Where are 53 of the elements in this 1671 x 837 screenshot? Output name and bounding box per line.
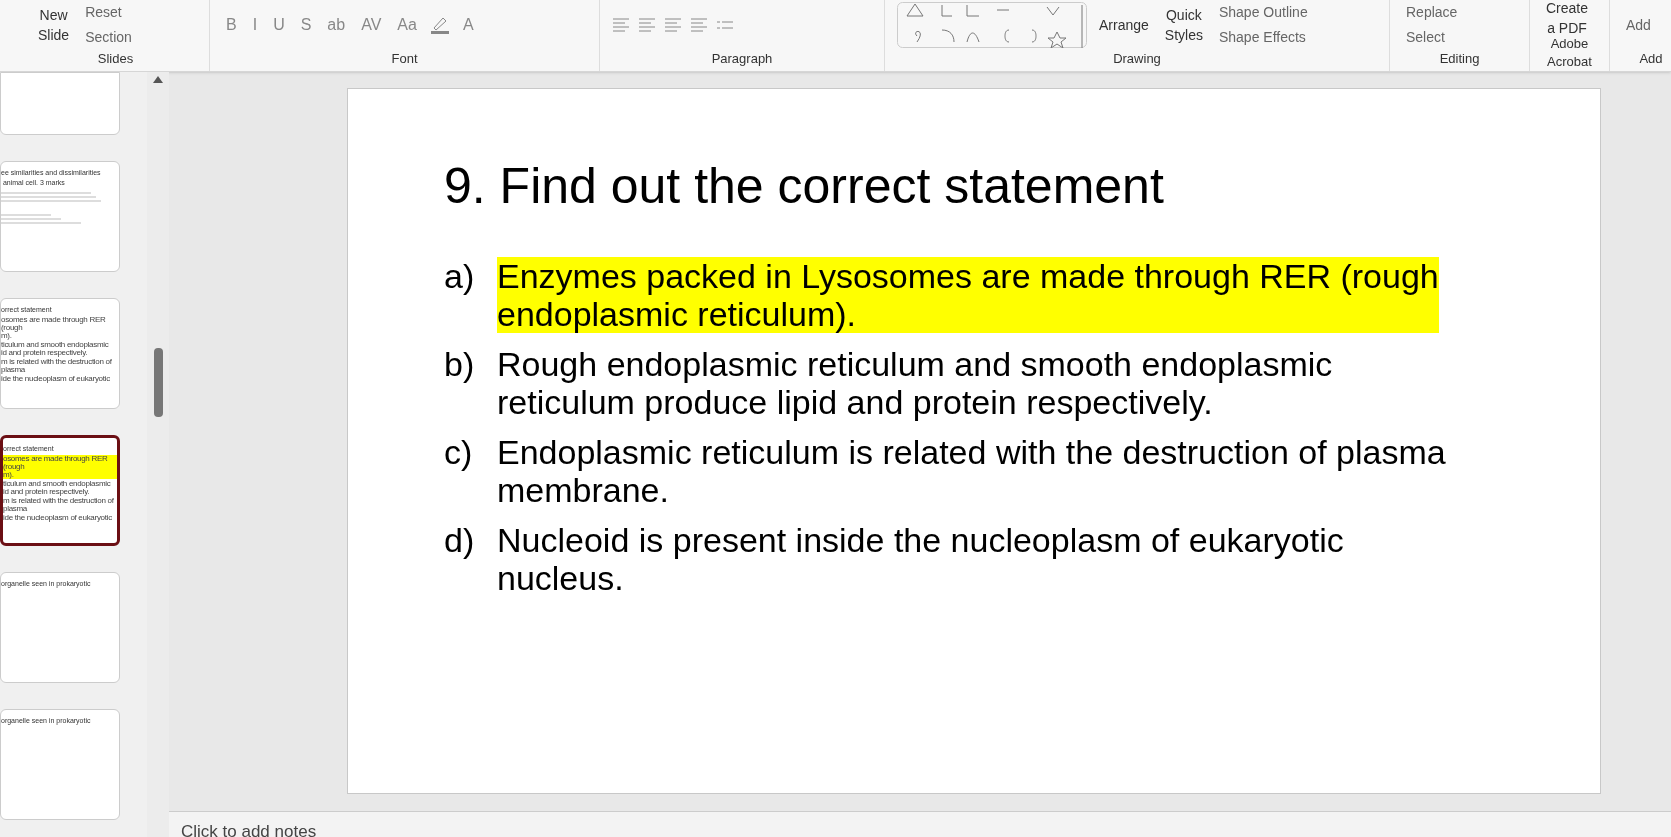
scrollbar[interactable] (147, 72, 169, 837)
scroll-up-icon[interactable] (153, 76, 163, 83)
statement-text: Rough endoplasmic reticulum and smooth endoplasmic reticulum produce lipid and protein respectively. (497, 345, 1333, 421)
group-label: Add (1638, 50, 1664, 68)
list-marker: c) (444, 433, 474, 473)
list-marker: d) (444, 521, 476, 561)
font-button[interactable]: AV (357, 13, 386, 37)
thumbnail-text: ide the nucleoplasm of eukaryotic (3, 514, 112, 522)
ribbon-button[interactable]: Replace (1402, 2, 1462, 23)
notes-field[interactable]: Click to add notes (181, 822, 317, 837)
shapes-gallery-icon[interactable] (897, 2, 1087, 48)
group-label: Drawing (1112, 50, 1162, 68)
font-button[interactable]: I (248, 13, 262, 37)
slide-title: 9. Find out the correct statement (444, 161, 1165, 211)
slide-thumbnail[interactable] (0, 72, 120, 135)
thumbnail-text: osomes are made through RER (rough m). (1, 316, 107, 340)
list-marker: b) (444, 345, 476, 385)
group-label: Slides (96, 50, 135, 68)
ribbon-button[interactable]: Reset (81, 2, 126, 23)
statement-text: Endoplasmic reticulum is related with the destruction of plasma membrane. (497, 433, 1446, 509)
statement-text: Nucleoid is present inside the nucleoplasm of eukaryotic nucleus. (497, 521, 1344, 597)
ribbon-button[interactable]: Section (81, 27, 136, 48)
scroll-thumb[interactable] (153, 348, 163, 417)
thumbnail-text: ticulum and smooth endoplasmic id and protein respectively. (1, 341, 109, 357)
group-label: Adobe Acrobat (1546, 35, 1593, 71)
ribbon-button[interactable]: Quick Styles (1160, 5, 1207, 45)
ribbon-button[interactable]: Shape Outline (1214, 2, 1312, 23)
ribbon-button[interactable]: Add (1622, 14, 1655, 36)
list-icon[interactable] (716, 19, 734, 31)
thumbnail-text: ticulum and smooth endoplasmic id and protein respectively. (3, 480, 111, 496)
ribbon-button[interactable]: Shape Effects (1214, 27, 1310, 48)
highlighter-icon[interactable] (428, 15, 451, 35)
align-icon[interactable] (612, 18, 630, 32)
ribbon-button[interactable]: Select (1402, 27, 1449, 48)
font-button[interactable]: S (296, 13, 316, 37)
font-button[interactable]: U (269, 13, 289, 37)
font-button[interactable]: ab (323, 13, 350, 37)
ribbon-button[interactable]: Arrange (1095, 15, 1153, 35)
group-label: Editing (1438, 50, 1481, 68)
list-marker: a) (444, 257, 476, 297)
ribbon-button[interactable]: New Slide (34, 5, 74, 45)
statement-text: Enzymes packed in Lysosomes are made through RER (rough endoplasmic reticulum). (497, 257, 1439, 333)
thumbnail-text: ide the nucleoplasm of eukaryotic (1, 375, 110, 383)
ribbon-button[interactable]: Create a PDF (1542, 0, 1593, 35)
group-label: Font (390, 50, 419, 68)
group-label: Paragraph (710, 50, 774, 68)
font-button[interactable]: Aa (393, 13, 421, 37)
align-icon[interactable] (664, 18, 682, 32)
align-icon[interactable] (638, 18, 656, 32)
font-button[interactable]: A (458, 13, 478, 37)
thumbnail-text: osomes are made through RER (rough m). (3, 455, 117, 479)
font-button[interactable]: B (222, 13, 241, 37)
align-icon[interactable] (690, 18, 708, 32)
